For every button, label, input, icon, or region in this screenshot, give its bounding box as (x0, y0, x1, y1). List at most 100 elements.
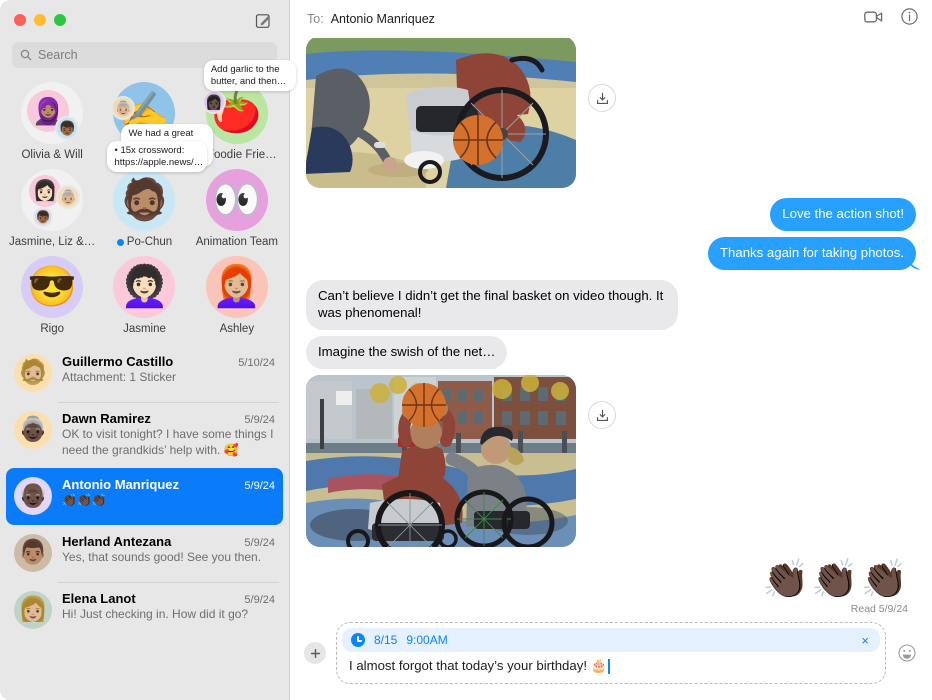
read-receipt: Read 5/9/24 (850, 603, 908, 612)
avatar-tertiary: 👦🏾 (33, 207, 54, 227)
avatar: 🧔🏽 • 15x crossword: https://apple.news/… (107, 141, 208, 231)
conversation-date: 5/9/24 (244, 480, 275, 493)
conversation-name: Dawn Ramirez (62, 411, 151, 426)
recipient-name[interactable]: Antonio Manriquez (331, 12, 435, 26)
sidebar-titlebar (0, 0, 289, 40)
avatar: 👩🏼 (14, 591, 52, 630)
unread-dot (116, 238, 124, 246)
avatar: 👴🏿 (14, 477, 52, 516)
conversation-name: Guillermo Castillo (62, 354, 174, 369)
messages-window: Search 🧕🏽 👦🏾 Olivia & Will ✍️ 👵🏼 We had … (0, 0, 932, 700)
info-circle-icon[interactable] (901, 8, 918, 30)
conversation-preview: Yes, that sounds good! See you then. (62, 550, 262, 565)
conversation-row-dawn-ramirez[interactable]: 👵🏿 Dawn Ramirez 5/9/24 OK to visit tonig… (6, 402, 283, 468)
message-input[interactable]: I almost forgot that today’s your birthd… (342, 652, 880, 679)
window-controls (14, 14, 66, 26)
photo-attachment-shooting-hoop[interactable] (306, 375, 576, 548)
message-input-container[interactable]: 8/15 9:00AM × I almost forgot that today… (336, 622, 886, 684)
conversation-row-antonio-manriquez[interactable]: 👴🏿 Antonio Manriquez 5/9/24 👏🏿👏🏿👏🏿 (6, 468, 283, 526)
search-icon (20, 49, 32, 61)
avatar: ✍️ 👵🏼 We had a great time. Home with th… (111, 82, 214, 167)
photo-attachment-action-shot[interactable] (306, 38, 576, 188)
close-button[interactable] (14, 14, 26, 26)
conversation-list[interactable]: 🧔🏼 Guillermo Castillo 5/10/24 Attachment… (0, 345, 289, 700)
to-label: To: (307, 12, 324, 26)
conversation-date: 5/9/24 (244, 414, 275, 426)
pinned-item-jasmine-liz[interactable]: 👩🏻 👵🏼 👦🏾 Jasmine, Liz &… (6, 169, 98, 248)
scheduled-send-chip[interactable]: 8/15 9:00AM × (342, 628, 880, 652)
clap-emoji: 👏🏿 (860, 559, 908, 602)
pinned-item-label: Rigo (40, 323, 64, 335)
remove-schedule-icon[interactable]: × (859, 634, 871, 647)
avatar: 👀 (205, 169, 268, 231)
pinned-item-label: Jasmine (123, 323, 166, 335)
pinned-item-ashley[interactable]: 👩🏼‍🦰 Ashley (191, 256, 283, 335)
pinned-message-preview: Add garlic to the butter, and then… (203, 60, 296, 92)
draft-text: I almost forgot that today’s your birthd… (349, 658, 608, 673)
avatar: 🧕🏽 👦🏾 (21, 82, 84, 144)
message-row-photo-1 (306, 38, 916, 188)
conversation-preview: Attachment: 1 Sticker (62, 370, 177, 384)
conversation-pane: To: Antonio Manriquez Love the action sh… (290, 0, 932, 700)
message-row-outgoing-2: Thanks again for taking photos. (306, 236, 916, 270)
conversation-name: Elena Lanot (62, 591, 136, 607)
message-row-incoming-1: Can’t believe I didn’t get the final bas… (306, 279, 916, 331)
avatar: 👵🏿 (14, 411, 52, 449)
pinned-conversations-grid: 🧕🏽 👦🏾 Olivia & Will ✍️ 👵🏼 We had a great… (0, 60, 296, 345)
pinned-item-jasmine[interactable]: 👩🏻‍🦱 Jasmine (98, 256, 190, 335)
scheduled-date[interactable]: 8/15 (374, 633, 397, 647)
conversation-name: Antonio Manriquez (62, 477, 179, 493)
pinned-item-label: Animation Team (195, 236, 278, 248)
avatar: 🍅 👩🏿 Add garlic to the butter, and then… (201, 60, 296, 144)
message-thread[interactable]: Love the action shot! Thanks again for t… (290, 38, 932, 612)
pinned-item-label: Ashley (219, 323, 255, 335)
conversation-name: Herland Antezana (62, 534, 172, 550)
sidebar: Search 🧕🏽 👦🏾 Olivia & Will ✍️ 👵🏼 We had … (0, 0, 296, 700)
avatar: 👩🏻 👵🏼 👦🏾 (21, 169, 84, 231)
clap-emoji: 👏🏿 (762, 559, 810, 602)
download-icon[interactable] (588, 84, 616, 112)
conversation-header: To: Antonio Manriquez (290, 0, 932, 38)
compose-icon[interactable] (251, 8, 275, 32)
conversation-row-guillermo-castillo[interactable]: 🧔🏼 Guillermo Castillo 5/10/24 Attachment… (6, 345, 283, 402)
pinned-message-preview: • 15x crossword: https://apple.news/… (107, 141, 208, 173)
avatar: 👨🏽 (14, 534, 52, 573)
minimize-button[interactable] (34, 14, 46, 26)
message-bubble-incoming[interactable]: Can’t believe I didn’t get the final bas… (306, 279, 678, 331)
scheduled-time[interactable]: 9:00AM (406, 633, 447, 647)
add-attachment-icon[interactable] (304, 642, 326, 664)
clap-emoji: 👏🏿 (811, 559, 859, 602)
video-camera-icon[interactable] (864, 10, 883, 29)
pinned-item-olivia-will[interactable]: 🧕🏽 👦🏾 Olivia & Will (6, 82, 98, 161)
avatar-secondary: 👵🏼 (56, 185, 81, 209)
avatar-secondary: 👦🏾 (55, 116, 80, 140)
clock-icon (351, 633, 365, 647)
pinned-item-po-chun[interactable]: 🧔🏽 • 15x crossword: https://apple.news/…… (98, 141, 208, 248)
conversation-row-elena-lanot[interactable]: 👩🏼 Elena Lanot 5/9/24 Hi! Just checking … (6, 582, 283, 639)
emoji-smiley-icon[interactable] (896, 642, 918, 664)
message-bubble-incoming[interactable]: Imagine the swish of the net… (306, 336, 508, 370)
conversation-date: 5/10/24 (238, 357, 275, 369)
sticker-reaction-row[interactable]: 👏🏿 👏🏿 👏🏿 (306, 561, 916, 599)
avatar: 👩🏼‍🦰 (205, 256, 268, 318)
message-bubble-outgoing[interactable]: Love the action shot! (770, 198, 916, 231)
message-bubble-outgoing[interactable]: Thanks again for taking photos. (707, 236, 916, 270)
conversation-date: 5/9/24 (244, 594, 275, 607)
conversation-preview: Hi! Just checking in. How did it go? (62, 607, 249, 622)
conversation-date: 5/9/24 (244, 537, 275, 550)
pinned-item-label: Jasmine, Liz &… (9, 236, 96, 248)
message-row-incoming-2: Imagine the swish of the net… (306, 336, 916, 370)
text-caret (608, 658, 610, 674)
conversation-preview: OK to visit tonight? I have some things … (62, 427, 274, 457)
message-composer: 8/15 9:00AM × I almost forgot that today… (290, 612, 932, 700)
pinned-item-label: Po-Chun (116, 236, 172, 248)
conversation-row-herland-antezana[interactable]: 👨🏽 Herland Antezana 5/9/24 Yes, that sou… (6, 525, 283, 582)
message-row-outgoing-1: Love the action shot! (306, 198, 916, 231)
avatar: 🧔🏼 (14, 354, 52, 392)
pinned-item-animation-team[interactable]: 👀 Animation Team (191, 169, 283, 248)
pinned-item-rigo[interactable]: 😎 Rigo (6, 256, 98, 335)
header-actions (864, 8, 918, 30)
download-icon[interactable] (588, 401, 616, 430)
conversation-preview: 👏🏿👏🏿👏🏿 (62, 493, 107, 508)
zoom-button[interactable] (54, 14, 66, 26)
